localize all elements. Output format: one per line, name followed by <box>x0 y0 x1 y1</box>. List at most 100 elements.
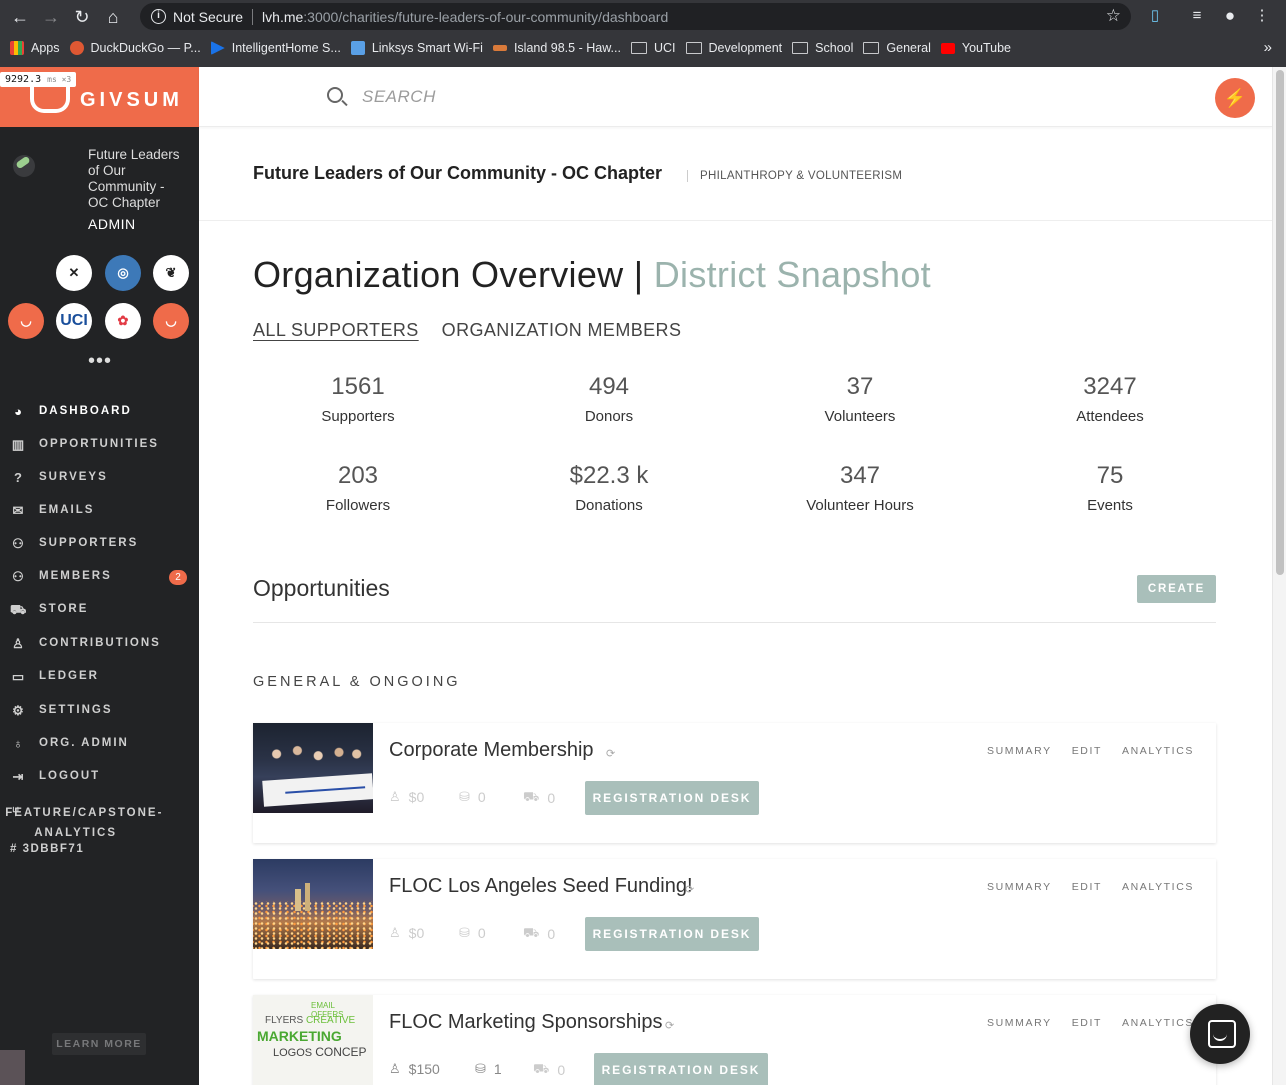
bookmark-intelligenthome[interactable]: IntelligentHome S... <box>210 41 341 55</box>
edit-link[interactable]: EDIT <box>1072 745 1102 757</box>
store-metric: ⛟ 0 <box>533 1061 565 1079</box>
nav-members[interactable]: ⚇ MEMBERS <box>10 570 190 584</box>
nav-opportunities[interactable]: ▥ OPPORTUNITIES <box>10 438 159 452</box>
extension-icon[interactable]: ▯ <box>1145 6 1165 26</box>
summary-link[interactable]: SUMMARY <box>987 881 1052 893</box>
media-queue-icon[interactable]: ≡ <box>1187 6 1207 26</box>
hand-icon: ♙ <box>12 636 26 651</box>
recurring-icon: ⟳ <box>685 884 695 896</box>
nav-settings[interactable]: ⚙ SETTINGS <box>10 704 113 718</box>
profile-icon[interactable]: ● <box>1220 6 1240 26</box>
page-scrollbar[interactable] <box>1272 67 1286 1085</box>
stat-donations: $22.3 k Donations <box>509 462 709 514</box>
address-bar[interactable]: i Not Secure lvh.me:3000/charities/futur… <box>140 3 1131 30</box>
bookmark-duckduckgo[interactable]: DuckDuckGo — P... <box>69 41 201 55</box>
org-switch-item[interactable]: ◡ <box>8 303 44 339</box>
org-logo[interactable] <box>13 155 35 177</box>
apps-grid-icon <box>10 41 24 55</box>
recurring-icon: ⟳ <box>665 1020 675 1032</box>
stat-value: 347 <box>839 462 881 489</box>
nav-store[interactable]: ⛟ STORE <box>10 603 88 617</box>
bookmark-school[interactable]: School <box>792 41 853 55</box>
menu-kebab-icon[interactable]: ⋮ <box>1252 6 1272 26</box>
nav-surveys[interactable]: ? SURVEYS <box>10 471 108 485</box>
edit-link[interactable]: EDIT <box>1072 881 1102 893</box>
bookmark-label: School <box>815 41 854 55</box>
bookmark-development[interactable]: Development <box>685 41 782 55</box>
store-metric: ⛟ 0 <box>523 789 555 807</box>
org-title: Future Leaders of Our Community - OC Cha… <box>253 163 663 183</box>
card-actions: SUMMARY EDIT ANALYTICS <box>967 1017 1194 1029</box>
registration-desk-button[interactable]: REGISTRATION DESK <box>594 1053 768 1085</box>
bookmark-youtube[interactable]: YouTube <box>940 41 1011 55</box>
more-orgs-button[interactable]: ••• <box>88 350 112 373</box>
nav-org-admin[interactable]: ♁ ORG. ADMIN <box>10 737 129 751</box>
participant-metric: ⛁ 1 <box>475 1061 502 1077</box>
org-switch-item[interactable]: ◎ <box>105 255 141 291</box>
omnibox-divider <box>252 8 254 25</box>
hand-coin-icon: ♙ <box>389 1061 401 1076</box>
summary-link[interactable]: SUMMARY <box>987 1017 1052 1029</box>
opportunity-title[interactable]: FLOC Los Angeles Seed Funding! <box>389 875 693 898</box>
bookmark-island[interactable]: Island 98.5 - Haw... <box>492 41 621 55</box>
stat-label: Supporters <box>321 408 395 425</box>
bookmark-linksys[interactable]: Linksys Smart Wi-Fi <box>350 41 483 55</box>
back-arrow-icon[interactable]: ← <box>9 6 31 28</box>
avatar[interactable] <box>0 1050 25 1085</box>
stat-label: Volunteer Hours <box>806 497 914 514</box>
district-snapshot-link[interactable]: District Snapshot <box>654 254 931 295</box>
opportunity-title[interactable]: FLOC Marketing Sponsorships <box>389 1011 662 1034</box>
stat-value: 3247 <box>1083 373 1137 400</box>
org-switch-item[interactable] <box>8 255 44 291</box>
info-icon[interactable]: i <box>151 9 166 24</box>
analytics-link[interactable]: ANALYTICS <box>1122 745 1194 757</box>
reload-icon[interactable]: ↻ <box>71 6 93 28</box>
search-icon <box>327 87 343 103</box>
org-name: Future Leaders of Our Community - OC Cha… <box>88 147 180 210</box>
nav-label: FEATURE/CAPSTONE-ANALYTICS <box>5 807 164 839</box>
org-switch-label: ✿ <box>117 313 129 328</box>
hand-coin-icon: ♙ <box>389 789 401 804</box>
lightning-bolt-icon[interactable]: ⚡ <box>1215 78 1255 118</box>
tab-all-supporters[interactable]: ALL SUPPORTERS <box>253 320 419 341</box>
create-button[interactable]: CREATE <box>1137 575 1216 603</box>
analytics-link[interactable]: ANALYTICS <box>1122 881 1194 893</box>
tab-organization-members[interactable]: ORGANIZATION MEMBERS <box>442 320 682 341</box>
opportunity-card[interactable]: FLOC Los Angeles Seed Funding! ⟳ SUMMARY… <box>253 859 1216 979</box>
org-switch-label: ◎ <box>117 265 129 280</box>
bookmark-general[interactable]: General <box>863 41 931 55</box>
nav-supporters[interactable]: ⚇ SUPPORTERS <box>10 537 138 551</box>
opportunity-card[interactable]: Corporate Membership ⟳ SUMMARY EDIT ANAL… <box>253 723 1216 843</box>
nav-emails[interactable]: ✉ EMAILS <box>10 504 94 518</box>
nav-branch[interactable]: ⑂ FEATURE/CAPSTONE-ANALYTICS <box>5 803 190 843</box>
org-switch-item[interactable]: UCI <box>56 303 92 339</box>
opportunity-card[interactable]: FLYERS CREATIVE MARKETING LOGOS CONCEP E… <box>253 995 1216 1085</box>
learn-more-button[interactable]: LEARN MORE <box>52 1033 146 1055</box>
nav-ledger[interactable]: ▭ LEDGER <box>10 670 99 684</box>
home-icon[interactable]: ⌂ <box>102 6 124 28</box>
org-switch-item[interactable]: ❦ <box>153 255 189 291</box>
org-switch-item[interactable]: ✿ <box>105 303 141 339</box>
opportunity-title[interactable]: Corporate Membership <box>389 739 594 762</box>
nav-contributions[interactable]: ♙ CONTRIBUTIONS <box>10 637 161 651</box>
forward-arrow-icon[interactable]: → <box>40 6 62 28</box>
org-switch-item[interactable]: ✕ <box>56 255 92 291</box>
registration-desk-button[interactable]: REGISTRATION DESK <box>585 917 759 951</box>
card-icon: ▭ <box>11 669 27 684</box>
registration-desk-button[interactable]: REGISTRATION DESK <box>585 781 759 815</box>
analytics-link[interactable]: ANALYTICS <box>1122 1017 1194 1029</box>
search-input[interactable] <box>362 83 862 111</box>
nav-dashboard[interactable]: ◕ DASHBOARD <box>10 405 132 419</box>
nav-logout[interactable]: ⇥ LOGOUT <box>10 770 100 784</box>
summary-link[interactable]: SUMMARY <box>987 745 1052 757</box>
edit-link[interactable]: EDIT <box>1072 1017 1102 1029</box>
overview-title: Organization Overview <box>253 254 624 295</box>
scrollbar-thumb[interactable] <box>1276 70 1284 575</box>
org-switch-item[interactable]: ◡ <box>153 303 189 339</box>
bookmark-apps[interactable]: Apps <box>10 41 60 55</box>
chat-launcher-icon[interactable] <box>1190 1004 1250 1064</box>
bookmarks-overflow-icon[interactable]: » <box>1264 39 1272 56</box>
bookmark-uci[interactable]: UCI <box>630 41 676 55</box>
bookmark-star-icon[interactable]: ☆ <box>1106 6 1121 26</box>
commit-label: # 3DBBF71 <box>10 843 85 855</box>
